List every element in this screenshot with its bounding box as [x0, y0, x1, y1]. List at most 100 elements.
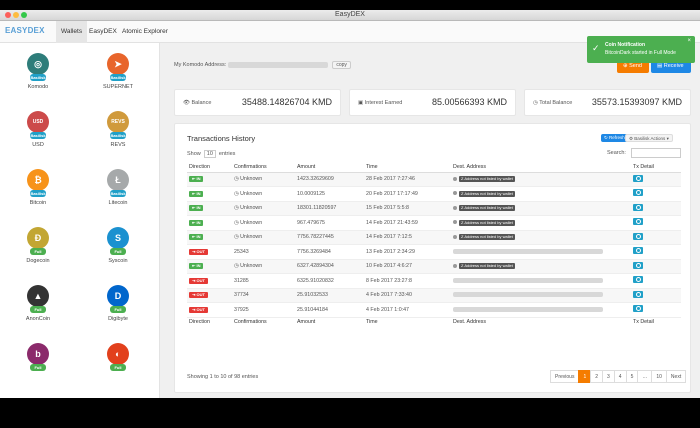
- time-cell: 4 Feb 2017 7:33:40: [364, 288, 451, 303]
- time-cell: 20 Feb 2017 17:17:49: [364, 186, 451, 202]
- coin-mode-badge: Basilisk: [30, 74, 46, 81]
- coin-mode-badge: Full: [30, 306, 46, 313]
- coin-tile[interactable]: Ð Full Dogecoin: [8, 217, 68, 283]
- coin-tile[interactable]: REVS Basilisk REVS: [88, 101, 148, 167]
- coin-tile[interactable]: b Full: [8, 333, 68, 398]
- coin-tile[interactable]: ₿ Basilisk Bitcoin: [8, 159, 68, 225]
- coin-name: Digibyte: [108, 316, 128, 322]
- search-label: Search:: [607, 150, 626, 156]
- search-icon[interactable]: [633, 247, 643, 255]
- col-dest-address[interactable]: Dest. Address: [451, 162, 631, 173]
- tx-detail-cell: [631, 244, 681, 260]
- coin-tile[interactable]: D Full Digibyte: [88, 275, 148, 341]
- address-tag: Z Address not listed by wallet: [459, 219, 515, 226]
- col-amount[interactable]: Amount: [295, 162, 364, 173]
- confirmations-cell: ◷ Unknown: [232, 259, 295, 274]
- direction-cell: ⇤ IN: [187, 172, 232, 187]
- status-dot-icon: [453, 234, 457, 239]
- coin-sidebar: ◎ Basilisk Komodo ➤ Basilisk SUPERNET USD Basil…: [0, 43, 160, 398]
- table-row: ⇥ OUT 37925 25.91044184 4 Feb 2017 1:0:47: [187, 302, 681, 318]
- amount-cell: 6327.42894304: [295, 259, 364, 274]
- coin-tile[interactable]: ◎ Basilisk Komodo: [8, 43, 68, 109]
- pagination: Previous 1 2 3 4 5… 10 Next: [550, 370, 687, 383]
- tab-wallets[interactable]: Wallets: [56, 21, 88, 43]
- entries-select[interactable]: 10: [203, 150, 216, 158]
- coin-tile[interactable]: USD Basilisk USD: [8, 101, 68, 167]
- close-icon[interactable]: ×: [687, 38, 691, 44]
- tx-detail-cell: [631, 172, 681, 187]
- col-confirmations[interactable]: Confirmations: [232, 162, 295, 173]
- tx-detail-cell: [631, 215, 681, 231]
- showing-entries-text: Showing 1 to 10 of 98 entries: [187, 374, 259, 380]
- coin-tile[interactable]: ➤ Basilisk SUPERNET: [88, 43, 148, 109]
- coin-icon: ₿ Basilisk: [27, 169, 49, 197]
- col-direction[interactable]: Direction: [187, 162, 232, 173]
- time-cell: 13 Feb 2017 2:34:29: [364, 244, 451, 260]
- brand-text: EASYDEX: [5, 26, 45, 35]
- address-tag: Z Address not listed by wallet: [459, 176, 515, 183]
- tx-detail-cell: [631, 259, 681, 274]
- page-button[interactable]: Next: [665, 370, 687, 383]
- direction-cell: ⇥ OUT: [187, 244, 232, 260]
- search-icon[interactable]: [633, 276, 643, 284]
- page-button[interactable]: 10: [651, 370, 667, 383]
- col-tx-detail[interactable]: Tx Detail: [631, 162, 681, 173]
- coin-mode-badge: Full: [110, 248, 126, 255]
- coin-icon: ◐ Full: [107, 343, 129, 371]
- address-cell: Z Address not listed by wallet: [451, 201, 631, 216]
- search-icon[interactable]: [633, 290, 643, 298]
- direction-badge: ⇥ OUT: [189, 277, 208, 284]
- search-icon[interactable]: [633, 174, 643, 182]
- coin-tile[interactable]: ▲ Full AnonCoin: [8, 275, 68, 341]
- tab-atomic-explorer[interactable]: Atomic Explorer: [117, 21, 173, 43]
- foot-dest-address: Dest. Address: [451, 316, 631, 327]
- coin-icon: ◎ Basilisk: [27, 53, 49, 81]
- coin-mode-badge: Basilisk: [110, 74, 126, 81]
- confirmations-cell: ◷ Unknown: [232, 186, 295, 202]
- page-button[interactable]: …: [637, 370, 653, 383]
- total-balance-card: ◷ Total Balance 35573.15393097 KMD: [524, 89, 691, 116]
- balance-card: 👁 Balance 35488.14826704 KMD: [174, 89, 341, 116]
- confirmations-cell: 37734: [232, 288, 295, 303]
- direction-badge: ⇥ OUT: [189, 306, 208, 313]
- show-entries: Show 10 entries: [187, 150, 236, 158]
- address-cell: Z Address not listed by wallet: [451, 186, 631, 202]
- table-row: ⇤ IN ◷ Unknown 967.479675 14 Feb 2017 21:43…: [187, 215, 681, 231]
- foot-amount: Amount: [295, 316, 364, 327]
- amount-cell: 7756.3269484: [295, 244, 364, 260]
- search-icon[interactable]: [633, 189, 643, 197]
- coin-icon: USD Basilisk: [27, 111, 49, 139]
- search-icon[interactable]: [633, 305, 643, 313]
- coin-icon: S Full: [107, 227, 129, 255]
- page-button[interactable]: Previous: [550, 370, 580, 383]
- coin-tile[interactable]: S Full Syscoin: [88, 217, 148, 283]
- total-balance-value: 35573.15393097 KMD: [591, 97, 682, 107]
- search-icon[interactable]: [633, 203, 643, 211]
- coin-name: Syscoin: [108, 258, 128, 264]
- search-icon[interactable]: [633, 261, 643, 269]
- address-redacted: [453, 248, 603, 254]
- coin-icon: Ł Basilisk: [107, 169, 129, 197]
- foot-direction: Direction: [187, 316, 232, 327]
- foot-time: Time: [364, 316, 451, 327]
- col-time[interactable]: Time: [364, 162, 451, 173]
- copy-address-button[interactable]: copy: [332, 61, 351, 69]
- coin-tile[interactable]: ◐ Full: [88, 333, 148, 398]
- search-input[interactable]: [631, 148, 681, 158]
- coin-name: AnonCoin: [25, 316, 51, 322]
- search-icon[interactable]: [633, 218, 643, 226]
- address-cell: [451, 288, 631, 303]
- coin-name: Komodo: [27, 84, 49, 90]
- address-cell: Z Address not listed by wallet: [451, 230, 631, 245]
- search-icon[interactable]: [633, 232, 643, 240]
- refresh-button[interactable]: ↻ Refresh: [601, 134, 628, 142]
- address-redacted: [453, 306, 603, 312]
- address-label: My Komodo Address:: [174, 62, 227, 68]
- coin-icon: D Full: [107, 285, 129, 313]
- basilisk-actions-dropdown[interactable]: ⚙ Basilisk Actions ▾: [625, 134, 673, 142]
- confirmations-cell: ◷ Unknown: [232, 201, 295, 216]
- coin-notification-toast: ✓ Coin Notification BitcoinDark started …: [587, 36, 695, 63]
- balance-label: 👁 Balance: [183, 100, 212, 106]
- brand-logo[interactable]: EASYDEX: [5, 26, 45, 35]
- coin-tile[interactable]: Ł Basilisk Litecoin: [88, 159, 148, 225]
